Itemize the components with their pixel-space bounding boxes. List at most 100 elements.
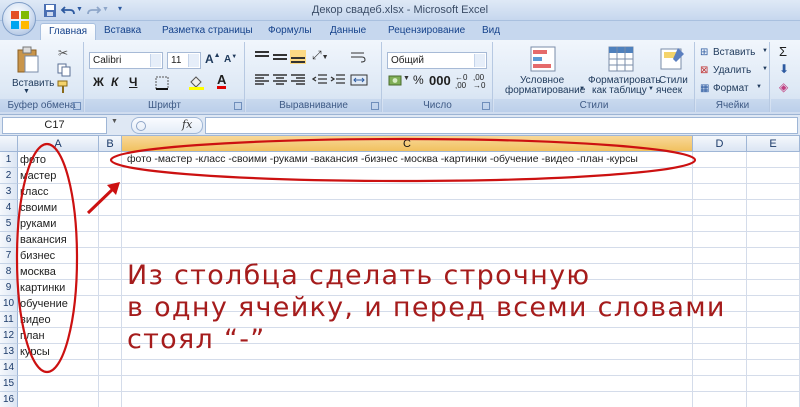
format-cells-button[interactable]: ▦ Формат ▼ xyxy=(700,82,768,97)
tab-insert[interactable]: Вставка xyxy=(104,23,141,40)
grid-cell[interactable] xyxy=(747,392,800,407)
grid-cell[interactable] xyxy=(122,232,693,248)
grid-cell[interactable] xyxy=(122,216,693,232)
grid-cell[interactable] xyxy=(747,168,800,184)
grid-cell[interactable] xyxy=(747,376,800,392)
row-header[interactable]: 10 xyxy=(0,296,18,312)
comma-style-icon[interactable]: 000 xyxy=(429,73,451,88)
cell-a4[interactable]: своими xyxy=(18,200,99,216)
insert-function-button[interactable]: fx xyxy=(182,118,192,131)
row-header[interactable]: 12 xyxy=(0,328,18,344)
grid-cell[interactable] xyxy=(747,344,800,360)
grid-cell[interactable] xyxy=(122,168,693,184)
grid-cell[interactable] xyxy=(99,152,122,168)
grid-cell[interactable] xyxy=(99,360,122,376)
grid-cell[interactable] xyxy=(99,184,122,200)
grid-cell[interactable] xyxy=(747,216,800,232)
row-header[interactable]: 16 xyxy=(0,392,18,407)
font-launcher-icon[interactable] xyxy=(234,102,242,110)
underline-button[interactable]: Ч xyxy=(129,75,137,89)
merge-center-icon[interactable] xyxy=(350,73,370,87)
align-left-icon[interactable] xyxy=(254,73,270,87)
fill-color-icon[interactable] xyxy=(188,74,206,90)
grid-cell[interactable] xyxy=(747,296,800,312)
grid-cell[interactable] xyxy=(122,200,693,216)
cell-a11[interactable]: видео xyxy=(18,312,99,328)
grid-cell[interactable] xyxy=(693,392,747,407)
redo-dropdown-icon[interactable]: ▼ xyxy=(102,6,118,21)
cell-a8[interactable]: москва xyxy=(18,264,99,280)
cell-c1[interactable]: фото -мастер -класс -своими -руками -вак… xyxy=(122,152,693,168)
grid-cell[interactable] xyxy=(99,344,122,360)
increase-decimal-icon[interactable]: ←0,00 xyxy=(455,74,467,90)
grid-cell[interactable] xyxy=(747,152,800,168)
cell-a7[interactable]: бизнес xyxy=(18,248,99,264)
font-name-combo[interactable]: Calibri xyxy=(89,52,163,69)
align-bottom-icon[interactable] xyxy=(290,50,306,64)
grid-cell[interactable] xyxy=(747,280,800,296)
borders-icon[interactable] xyxy=(155,76,171,90)
grid-cell[interactable] xyxy=(122,376,693,392)
grid-cell[interactable] xyxy=(99,296,122,312)
grid-cell[interactable] xyxy=(122,184,693,200)
format-as-table-button[interactable]: Форматировать как таблицу ▼ xyxy=(588,44,661,98)
cell-a9[interactable]: картинки xyxy=(18,280,99,296)
increase-indent-icon[interactable] xyxy=(330,73,346,87)
font-size-combo[interactable]: 11 xyxy=(167,52,201,69)
office-button[interactable] xyxy=(2,2,36,36)
accounting-format-icon[interactable] xyxy=(388,74,404,88)
cell-a13[interactable]: курсы xyxy=(18,344,99,360)
cell-a12[interactable]: план xyxy=(18,328,99,344)
grid-cell[interactable] xyxy=(99,328,122,344)
align-middle-icon[interactable] xyxy=(272,50,288,64)
grid-cell[interactable] xyxy=(99,168,122,184)
grid-cell[interactable] xyxy=(747,248,800,264)
font-color-icon[interactable]: A xyxy=(217,73,227,89)
cell-a16[interactable] xyxy=(18,392,99,407)
clear-icon[interactable]: ◈ xyxy=(779,80,788,94)
tab-home[interactable]: Главная xyxy=(40,23,97,40)
fill-icon[interactable]: ⬇ xyxy=(779,62,789,76)
grid-cell[interactable] xyxy=(99,280,122,296)
cell-a10[interactable]: обучение xyxy=(18,296,99,312)
grid-cell[interactable] xyxy=(99,216,122,232)
column-header-c[interactable]: C xyxy=(122,136,693,152)
grid-cell[interactable] xyxy=(99,312,122,328)
row-header[interactable]: 9 xyxy=(0,280,18,296)
decrease-decimal-icon[interactable]: ,00 →0 xyxy=(473,74,485,90)
name-box[interactable]: C17 xyxy=(2,117,107,134)
grid-cell[interactable] xyxy=(693,360,747,376)
grid-cell[interactable] xyxy=(99,392,122,407)
row-header[interactable]: 8 xyxy=(0,264,18,280)
grid-cell[interactable] xyxy=(693,376,747,392)
grow-font-icon[interactable]: A▲ xyxy=(205,52,221,66)
save-icon[interactable] xyxy=(42,3,58,18)
row-header[interactable]: 2 xyxy=(0,168,18,184)
grid-cell[interactable] xyxy=(122,360,693,376)
select-all-corner[interactable] xyxy=(0,136,18,152)
format-painter-icon[interactable] xyxy=(57,80,71,94)
redo-icon[interactable] xyxy=(86,3,102,18)
align-center-icon[interactable] xyxy=(272,73,288,87)
row-header[interactable]: 1 xyxy=(0,152,18,168)
orientation-icon[interactable]: ⤢▼ xyxy=(312,48,329,63)
name-box-dropdown-icon[interactable]: ▼ xyxy=(111,118,118,125)
tab-review[interactable]: Рецензирование xyxy=(388,23,465,40)
align-top-icon[interactable] xyxy=(254,50,270,64)
cell-a2[interactable]: мастер xyxy=(18,168,99,184)
grid-cell[interactable] xyxy=(99,232,122,248)
row-header[interactable]: 4 xyxy=(0,200,18,216)
alignment-launcher-icon[interactable] xyxy=(371,102,379,110)
row-header[interactable]: 7 xyxy=(0,248,18,264)
row-header[interactable]: 5 xyxy=(0,216,18,232)
grid-cell[interactable] xyxy=(747,232,800,248)
tab-view[interactable]: Вид xyxy=(482,23,500,40)
copy-icon[interactable] xyxy=(57,63,71,77)
grid-cell[interactable] xyxy=(693,168,747,184)
grid-cell[interactable] xyxy=(693,200,747,216)
cell-a1[interactable]: фото xyxy=(18,152,99,168)
column-header-e[interactable]: E xyxy=(747,136,800,152)
grid-cell[interactable] xyxy=(693,216,747,232)
italic-button[interactable]: К xyxy=(111,75,118,89)
tab-page-layout[interactable]: Разметка страницы xyxy=(162,23,253,40)
